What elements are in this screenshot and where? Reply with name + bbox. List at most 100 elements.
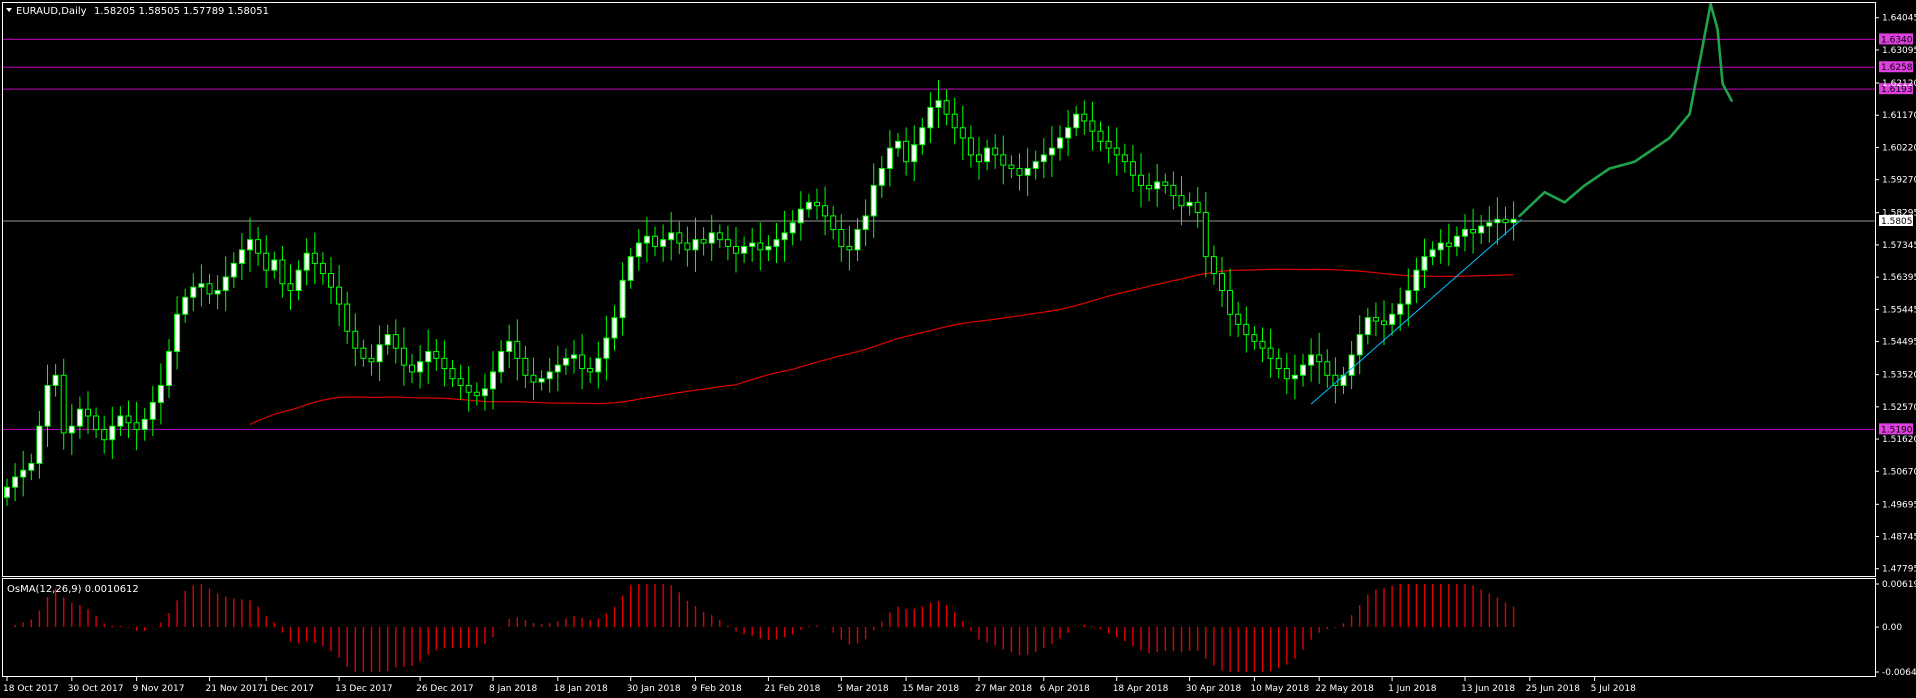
candle-body <box>1016 167 1023 176</box>
candle-body <box>255 239 262 254</box>
price-axis-label: 1.51620 <box>1882 435 1916 445</box>
time-axis-label: 30 Apr 2018 <box>1186 684 1242 694</box>
candle-body <box>311 252 318 264</box>
candle-body <box>619 279 626 319</box>
candle-body <box>635 242 642 258</box>
candle-body <box>838 228 845 247</box>
candle-body <box>1283 368 1290 380</box>
candle-body <box>1138 174 1144 186</box>
candle-body <box>627 256 634 281</box>
price-axis-label: 1.56395 <box>1882 273 1916 283</box>
osma-label: OsMA(12,26,9) 0.0010612 <box>7 584 139 595</box>
candle-body <box>263 252 270 271</box>
time-axis-label: 30 Oct 2017 <box>68 684 124 694</box>
candle-body <box>303 252 310 271</box>
candle-body <box>206 283 213 295</box>
candle-body <box>368 357 375 363</box>
candle-body <box>1275 357 1282 370</box>
candle-body <box>417 361 424 373</box>
time-axis-label: 22 May 2018 <box>1315 684 1374 694</box>
candle-body <box>1162 181 1169 186</box>
price-axis-label: 1.48745 <box>1882 533 1916 543</box>
candle-body <box>1510 218 1517 224</box>
candle-body <box>230 262 237 278</box>
candle-body <box>1381 320 1387 325</box>
candle-body <box>1097 130 1104 142</box>
candle-body <box>789 222 796 234</box>
candle-body <box>1421 256 1428 271</box>
candle-body <box>579 354 586 370</box>
candle-body <box>457 378 464 386</box>
ohlc-values: 1.58205 1.58505 1.57789 1.58051 <box>94 6 269 17</box>
candle-body <box>757 242 764 251</box>
candle-body <box>52 374 59 386</box>
candle-body <box>376 344 383 363</box>
candle-body <box>1324 361 1331 376</box>
time-axis-label: 13 Dec 2017 <box>335 684 393 694</box>
price-axis-label: 1.47795 <box>1882 565 1916 575</box>
time-axis-label: 9 Feb 2018 <box>692 684 743 694</box>
candle-body <box>895 140 901 149</box>
candle-body <box>101 429 108 441</box>
candle-body <box>279 259 286 285</box>
candle-body <box>141 418 148 431</box>
candle-body <box>927 106 934 129</box>
candle-body <box>935 100 942 108</box>
candle-body <box>1308 354 1315 366</box>
candle-body <box>490 371 496 390</box>
candle-body <box>603 337 610 359</box>
candle-body <box>498 351 505 373</box>
candle-body <box>4 486 10 498</box>
level-tag-label: 1.62585 <box>1881 63 1916 73</box>
candle-body <box>870 184 877 217</box>
price-axis-label: 1.60220 <box>1882 143 1916 153</box>
price-axis-label: 1.59270 <box>1882 176 1916 186</box>
candle-body <box>392 334 399 349</box>
candle-body <box>538 378 545 383</box>
price-axis-label: 1.55445 <box>1882 305 1916 315</box>
candle-body <box>174 313 181 353</box>
candle-body <box>773 239 780 247</box>
candle-body <box>109 425 116 441</box>
candle-body <box>85 408 91 417</box>
candle-body <box>12 476 19 488</box>
candle-body <box>1429 249 1436 258</box>
candle-body <box>660 239 667 247</box>
candle-body <box>1453 235 1460 247</box>
candle-body <box>611 317 618 339</box>
candle-body <box>1405 290 1412 305</box>
candle-body <box>716 232 723 241</box>
candle-body <box>166 351 172 386</box>
candle-body <box>60 374 67 434</box>
price-axis-label: 1.52570 <box>1882 403 1916 413</box>
price-axis-label: 1.64045 <box>1882 14 1916 24</box>
candle-body <box>1121 154 1128 163</box>
candle-body <box>409 364 415 373</box>
candle-body <box>360 347 367 359</box>
candle-body <box>1089 120 1096 132</box>
candle-body <box>352 330 359 349</box>
osma-axis-label: -0.006457 <box>1882 668 1916 678</box>
candle-body <box>765 245 772 251</box>
candle-body <box>571 354 577 359</box>
candle-body <box>684 242 691 251</box>
candle-body <box>668 232 675 241</box>
candle-body <box>76 408 83 427</box>
candle-body <box>295 269 302 292</box>
candle-body <box>522 357 529 376</box>
candle-body <box>328 273 334 288</box>
candle-body <box>1178 195 1185 207</box>
candle-body <box>198 283 205 288</box>
price-axis-label: 1.54495 <box>1882 338 1916 348</box>
time-axis-label: 1 Jun 2018 <box>1388 684 1437 694</box>
candle-body <box>643 235 650 244</box>
candle-body <box>133 422 140 431</box>
candle-body <box>1202 212 1209 258</box>
candle-body <box>425 351 432 363</box>
candle-body <box>117 415 124 427</box>
candle-body <box>749 242 756 247</box>
candle-body <box>1300 364 1306 376</box>
candle-body <box>1348 354 1355 376</box>
time-axis-label: 27 Mar 2018 <box>975 684 1032 694</box>
candle-body <box>587 368 594 373</box>
